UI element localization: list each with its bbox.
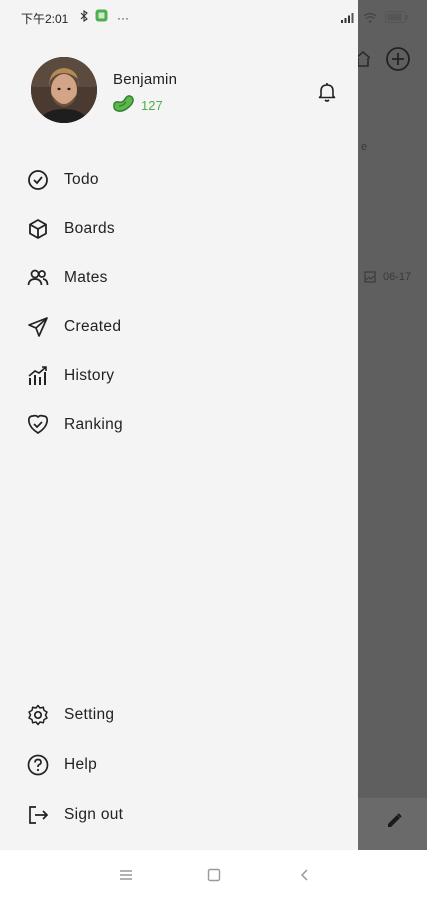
menu-item-setting[interactable]: Setting bbox=[26, 699, 326, 731]
points-value: 127 bbox=[141, 98, 163, 113]
menu-item-boards[interactable]: Boards bbox=[26, 213, 326, 245]
check-circle-icon bbox=[26, 168, 50, 192]
status-bar: 下午2:01 ··· bbox=[0, 0, 427, 34]
menu-item-label: Created bbox=[64, 318, 122, 335]
menu-item-sign-out[interactable]: Sign out bbox=[26, 799, 326, 831]
pencil-icon bbox=[385, 812, 403, 835]
bluetooth-icon bbox=[80, 9, 88, 27]
back-nav-button[interactable] bbox=[293, 864, 315, 886]
menu-item-todo[interactable]: Todo bbox=[26, 164, 326, 196]
add-circle-icon bbox=[385, 46, 411, 77]
home-nav-button[interactable] bbox=[203, 864, 225, 886]
users-icon bbox=[26, 266, 50, 290]
wifi-icon bbox=[363, 10, 377, 28]
status-time: 下午2:01 bbox=[21, 12, 69, 26]
send-icon bbox=[26, 315, 50, 339]
status-left-icons: ··· bbox=[80, 9, 129, 27]
heart-check-icon bbox=[26, 413, 50, 437]
app-notification-icon bbox=[95, 9, 108, 27]
system-nav-bar bbox=[0, 850, 427, 900]
menu-item-label: History bbox=[64, 367, 115, 384]
background-partial-text: e bbox=[361, 141, 368, 153]
menu-item-label: Todo bbox=[64, 171, 99, 188]
status-right-icons bbox=[341, 10, 409, 28]
menu-item-help[interactable]: Help bbox=[26, 749, 326, 781]
menu-item-ranking[interactable]: Ranking bbox=[26, 409, 326, 441]
points-row: 127 bbox=[111, 93, 163, 118]
cube-icon bbox=[26, 217, 50, 241]
menu-item-label: Mates bbox=[64, 269, 108, 286]
menu-item-label: Setting bbox=[64, 706, 115, 723]
help-circle-icon bbox=[26, 753, 50, 777]
home-icon bbox=[355, 50, 371, 73]
avatar[interactable] bbox=[31, 57, 97, 123]
signal-icon bbox=[341, 10, 355, 28]
navigation-drawer: Benjamin 127 Todo Boards Mates Created H… bbox=[0, 0, 358, 850]
profile-name: Benjamin bbox=[113, 71, 178, 88]
bell-icon[interactable] bbox=[315, 80, 339, 104]
bar-chart-icon bbox=[26, 364, 50, 388]
image-icon bbox=[364, 270, 376, 288]
menu-item-label: Sign out bbox=[64, 806, 124, 823]
menu-item-mates[interactable]: Mates bbox=[26, 262, 326, 294]
bean-icon bbox=[111, 93, 135, 118]
gear-icon bbox=[26, 703, 50, 727]
more-notifications: ··· bbox=[117, 11, 129, 25]
menu-nav-button[interactable] bbox=[115, 864, 137, 886]
sign-out-icon bbox=[26, 803, 50, 827]
battery-icon bbox=[385, 10, 409, 28]
menu-item-label: Boards bbox=[64, 220, 115, 237]
menu-item-label: Help bbox=[64, 756, 98, 773]
menu-item-label: Ranking bbox=[64, 416, 123, 433]
menu-item-history[interactable]: History bbox=[26, 360, 326, 392]
menu-item-created[interactable]: Created bbox=[26, 311, 326, 343]
background-date: 06-17 bbox=[383, 271, 412, 283]
